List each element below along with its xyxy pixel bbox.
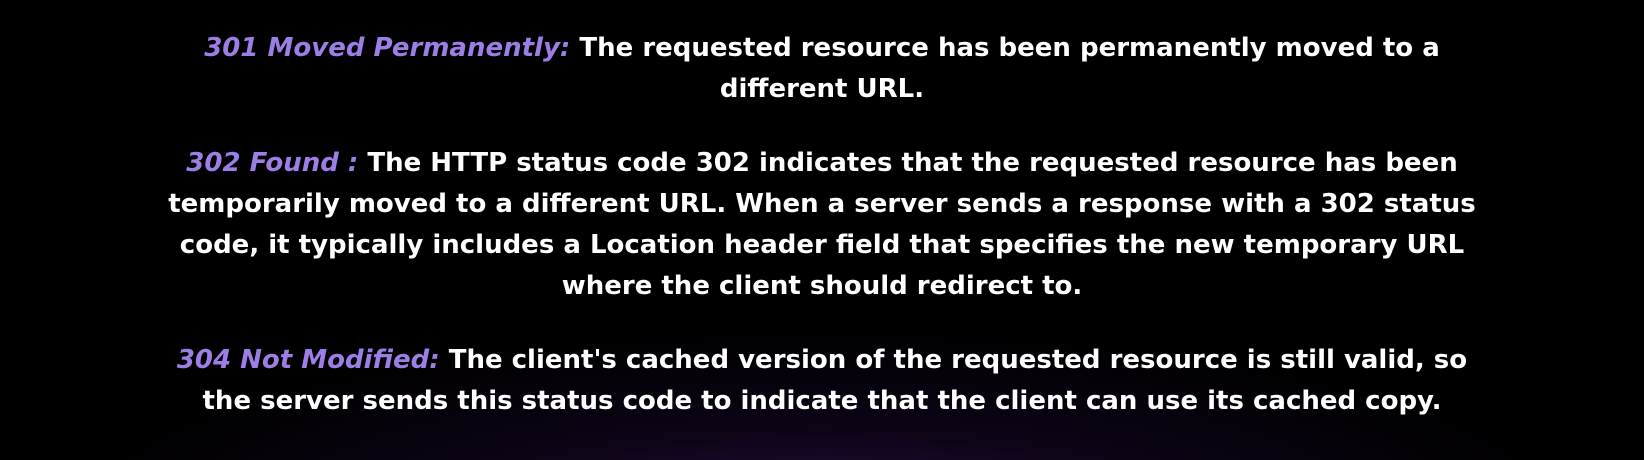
slide: 301 Moved Permanently: The requested res… [0,0,1644,460]
status-entry-301: 301 Moved Permanently: The requested res… [157,28,1487,110]
status-entry-302: 302 Found : The HTTP status code 302 ind… [157,143,1487,307]
status-term-301: 301 Moved Permanently: [204,33,571,63]
status-term-304: 304 Not Modified: [176,345,440,375]
status-entry-304: 304 Not Modified: The client's cached ve… [157,340,1487,422]
status-description-301: The requested resource has been permanen… [579,33,1440,104]
status-code-list: 301 Moved Permanently: The requested res… [0,28,1644,422]
status-term-302: 302 Found : [186,148,359,178]
status-description-302: The HTTP status code 302 indicates that … [168,148,1476,301]
